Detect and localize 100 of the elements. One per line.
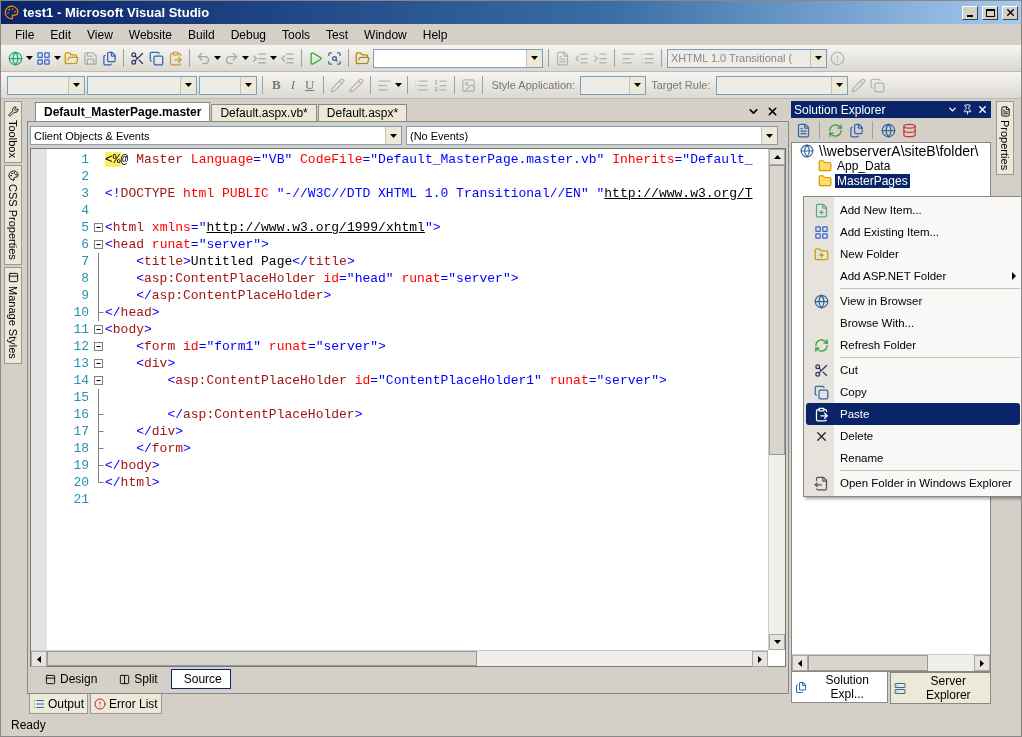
collapse-icon[interactable] bbox=[93, 223, 103, 232]
tree-item[interactable]: \\webserverA\siteB\folder\ bbox=[792, 143, 990, 158]
scroll-arrow-button[interactable] bbox=[769, 149, 785, 165]
properties-icon[interactable] bbox=[795, 121, 812, 139]
scrollbar[interactable] bbox=[792, 654, 990, 671]
code-editor[interactable] bbox=[30, 148, 786, 667]
new-item-icon bbox=[813, 202, 829, 218]
collapse-icon[interactable] bbox=[93, 359, 103, 368]
play-icon[interactable] bbox=[307, 49, 324, 67]
format-button[interactable]: U bbox=[301, 77, 319, 93]
scroll-arrow-button[interactable] bbox=[792, 655, 808, 671]
collapse-icon[interactable] bbox=[93, 376, 103, 385]
maximize-button[interactable] bbox=[982, 5, 998, 20]
objects-dropdown[interactable]: Client Objects & Events bbox=[30, 126, 402, 145]
menu-item[interactable]: Window bbox=[356, 25, 415, 44]
app-icon bbox=[4, 5, 19, 20]
collapse-icon[interactable] bbox=[93, 240, 103, 249]
block-format-dropdown[interactable] bbox=[7, 75, 85, 95]
menu-item[interactable]: Open Folder in Windows Explorer bbox=[806, 472, 1020, 494]
menu-item[interactable]: Help bbox=[414, 25, 456, 44]
scissors-icon[interactable] bbox=[129, 49, 146, 67]
code-line: </head> bbox=[105, 305, 160, 320]
minimize-button[interactable] bbox=[962, 5, 978, 20]
menu-item[interactable]: Delete bbox=[806, 425, 1020, 447]
target-rule-dropdown[interactable] bbox=[715, 75, 848, 95]
globe-icon[interactable] bbox=[7, 49, 24, 67]
globe-icon bbox=[813, 293, 829, 309]
font-name-dropdown[interactable] bbox=[87, 75, 197, 95]
menu-item[interactable]: Edit bbox=[42, 25, 80, 44]
tree-item[interactable]: App_Data bbox=[792, 158, 990, 173]
menu-item[interactable]: File bbox=[7, 25, 43, 44]
view-tab[interactable]: Split bbox=[110, 669, 167, 689]
side-tab[interactable]: Manage Styles bbox=[4, 266, 22, 364]
format-button[interactable]: I bbox=[286, 77, 299, 93]
tool-tab[interactable]: Output bbox=[29, 694, 89, 714]
side-tab[interactable]: CSS Properties bbox=[4, 164, 22, 265]
scrollbar-thumb[interactable] bbox=[769, 165, 785, 455]
caret-icon bbox=[214, 56, 221, 60]
scroll-arrow-button[interactable] bbox=[31, 651, 47, 667]
menu-item[interactable]: Test bbox=[318, 25, 357, 44]
menu-item[interactable]: View in Browser bbox=[806, 290, 1020, 312]
menu-item[interactable]: Add Existing Item... bbox=[806, 221, 1020, 243]
style-application-dropdown[interactable] bbox=[580, 75, 647, 95]
collapse-icon[interactable] bbox=[93, 342, 103, 351]
events-dropdown[interactable]: (No Events) bbox=[406, 126, 778, 145]
side-tab[interactable]: Toolbox bbox=[4, 101, 22, 163]
format-button[interactable]: B bbox=[268, 77, 285, 93]
menu-item[interactable]: Cut bbox=[806, 359, 1020, 381]
page-icon[interactable] bbox=[554, 49, 571, 67]
side-tab[interactable]: Properties bbox=[996, 101, 1014, 176]
line-number: 3 bbox=[80, 186, 90, 201]
menu-item[interactable]: Refresh Folder bbox=[806, 334, 1020, 356]
right-arrow-icon bbox=[758, 655, 762, 663]
menu-item[interactable]: Add New Item... bbox=[806, 199, 1020, 221]
menu-item[interactable]: Debug bbox=[222, 25, 275, 44]
menu-item[interactable]: Tools bbox=[274, 25, 319, 44]
find-dropdown[interactable] bbox=[373, 48, 543, 68]
code-line: <asp:ContentPlaceHolder id="head" runat="server"> bbox=[135, 271, 519, 286]
collapse-icon[interactable] bbox=[93, 325, 103, 334]
menu-item[interactable]: Website bbox=[120, 25, 180, 44]
scrollbar-thumb[interactable] bbox=[808, 655, 928, 671]
document-tab[interactable]: Default.aspx.vb* bbox=[211, 104, 317, 121]
code-line: <html xmlns="http://www.w3.org/1999/xhtml"> bbox=[105, 220, 441, 235]
menu-item[interactable]: Browse With... bbox=[806, 312, 1020, 334]
paste-icon[interactable] bbox=[167, 49, 184, 67]
menu-item[interactable]: New Folder bbox=[806, 243, 1020, 265]
code-link[interactable]: http://www.w3.org/1999/xhtml bbox=[206, 220, 425, 235]
scrollbar-thumb[interactable] bbox=[47, 651, 477, 666]
view-tab[interactable]: Design bbox=[36, 669, 107, 689]
scroll-arrow-button[interactable] bbox=[769, 634, 785, 650]
tool-tab[interactable]: Error List bbox=[90, 694, 162, 714]
close-button[interactable] bbox=[1002, 5, 1018, 20]
refresh-icon[interactable] bbox=[827, 121, 844, 139]
scroll-arrow-button[interactable] bbox=[974, 655, 990, 671]
image-icon[interactable] bbox=[460, 76, 478, 94]
font-size-dropdown[interactable] bbox=[199, 75, 257, 95]
panel-tab[interactable]: Server Explorer bbox=[890, 672, 991, 704]
redo-icon bbox=[224, 50, 239, 66]
tree-item[interactable]: MasterPages bbox=[792, 173, 990, 188]
code-line: </form> bbox=[135, 441, 191, 456]
menu-item[interactable]: Paste bbox=[806, 403, 1020, 425]
document-tab[interactable]: Default.aspx* bbox=[317, 104, 408, 121]
scrollbar[interactable] bbox=[31, 650, 768, 666]
menu-item[interactable]: Add ASP.NET Folder bbox=[806, 265, 1020, 287]
code-link[interactable]: http://www.w3.org/T bbox=[604, 186, 753, 201]
website-icon bbox=[800, 143, 814, 158]
open-folder-icon[interactable] bbox=[63, 49, 80, 67]
menu-item[interactable]: Build bbox=[179, 25, 223, 44]
panel-tab[interactable]: Solution Expl... bbox=[791, 672, 889, 703]
menu-item[interactable]: Copy bbox=[806, 381, 1020, 403]
menu-item[interactable]: View bbox=[79, 25, 121, 44]
copy-icon[interactable] bbox=[148, 49, 165, 67]
scrollbar[interactable] bbox=[768, 149, 785, 650]
view-tab[interactable]: Source bbox=[170, 669, 231, 689]
document-tab[interactable]: Default_MasterPage.master bbox=[35, 102, 211, 121]
align-icon bbox=[621, 50, 636, 66]
scroll-arrow-button[interactable] bbox=[752, 651, 768, 667]
caret-icon bbox=[531, 56, 538, 60]
menu-item[interactable]: Rename bbox=[806, 447, 1020, 469]
find-icon[interactable] bbox=[326, 49, 343, 67]
